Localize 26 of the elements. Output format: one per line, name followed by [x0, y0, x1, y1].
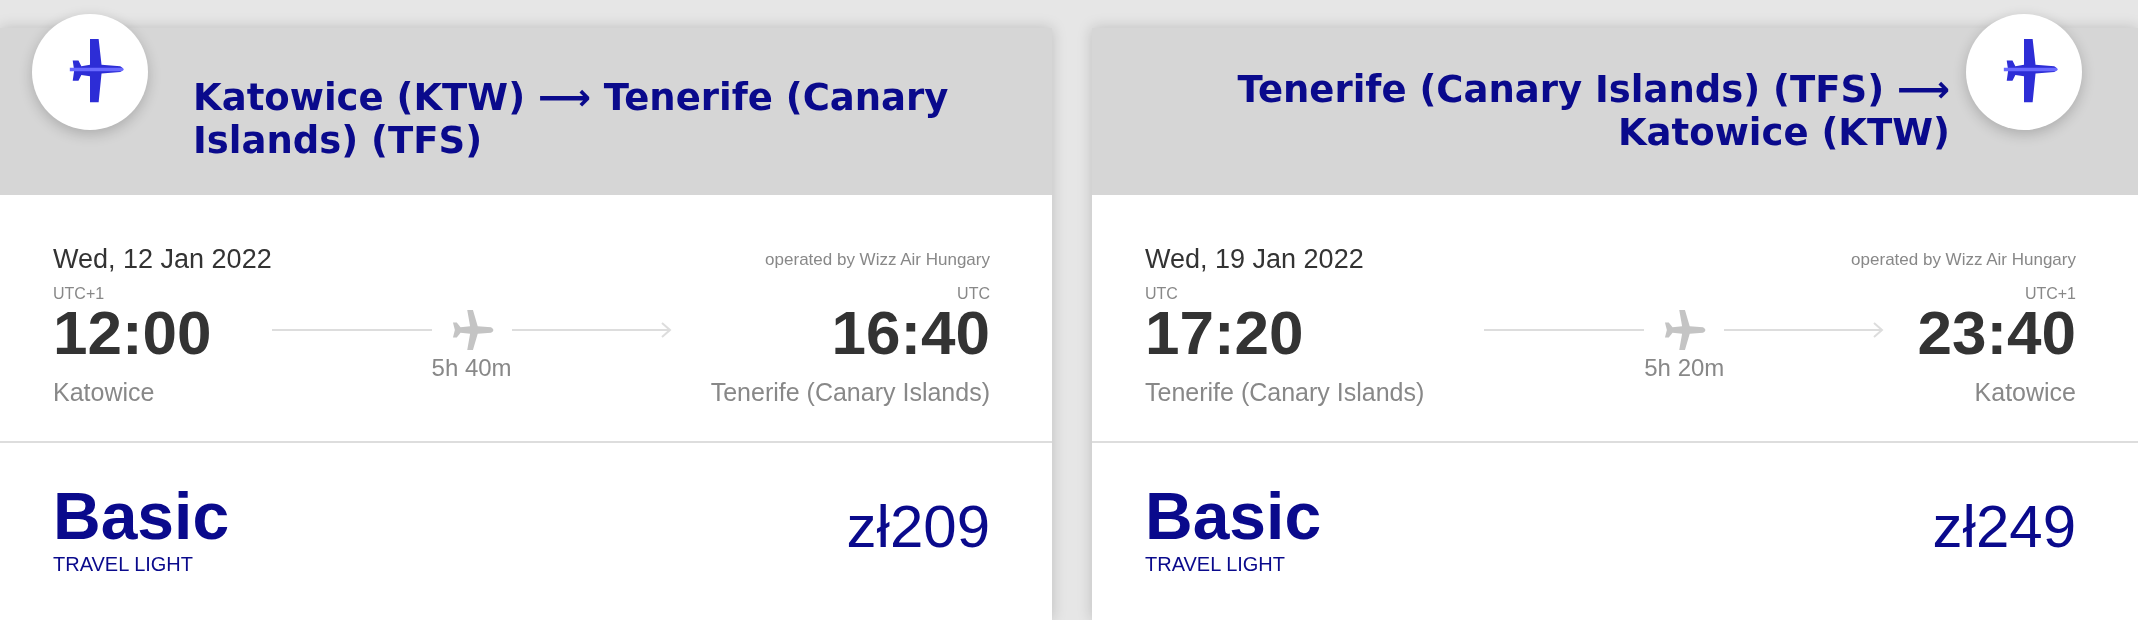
time-text: 23:40 [1917, 301, 2076, 364]
time-text: 16:40 [830, 301, 990, 364]
fare-tagline: TRAVEL LIGHT [1145, 552, 1287, 577]
timezone-label: UTC [1145, 285, 1179, 302]
flight-date: Wed, 12 Jan 2022 [53, 243, 272, 276]
operator-text: operated by Wizz Air Hungary [1851, 248, 2076, 271]
city-name: Tenerife (Canary Islands) [710, 376, 990, 408]
time-text: 17:20 [1145, 301, 1305, 364]
fare-tagline: TRAVEL LIGHT [53, 552, 195, 577]
flight-date: Wed, 19 Jan 2022 [1145, 243, 1364, 276]
price-text: zł209 [846, 497, 990, 557]
fare-name: Basic [1145, 483, 1322, 549]
city-name: Katowice [1973, 376, 2076, 408]
route-title: Katowice (KTW) ⟶ Tenerife (Canary Islands) (TFS) [193, 76, 950, 163]
city-name: Tenerife (Canary Islands) [1145, 376, 1425, 408]
timezone-label: UTC+1 [53, 285, 106, 302]
route-title: Tenerife (Canary Islands) (TFS) ⟶ Katowice (KTW) [1236, 68, 1950, 155]
time-text: 12:00 [53, 301, 212, 364]
fare-name: Basic [53, 483, 230, 549]
city-name: Katowice [53, 376, 156, 408]
operator-text: operated by Wizz Air Hungary [765, 248, 990, 271]
price-text: zł249 [1932, 497, 2076, 557]
timezone-label: UTC+1 [2023, 285, 2076, 302]
duration-text: 5h 20m [1644, 352, 1725, 383]
duration-text: 5h 40m [431, 352, 512, 383]
timezone-label: UTC [956, 285, 990, 302]
